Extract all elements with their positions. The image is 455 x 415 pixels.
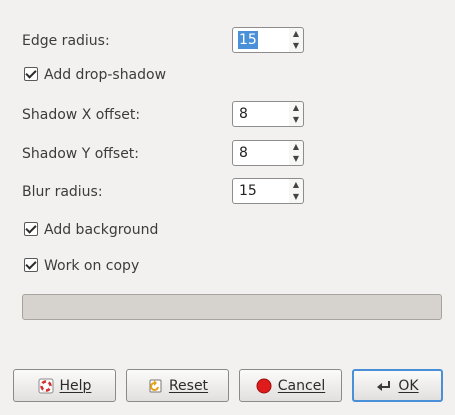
add-drop-shadow-label: Add drop-shadow <box>44 67 167 83</box>
add-background-checkbox[interactable]: Add background <box>24 220 158 240</box>
checkmark-icon[interactable] <box>24 67 38 81</box>
chevron-up-icon[interactable]: ▲ <box>289 28 303 40</box>
cancel-label: Cancel <box>277 377 326 394</box>
help-icon <box>38 378 54 394</box>
work-on-copy-label: Work on copy <box>44 258 140 274</box>
shadow-y-offset-stepper[interactable]: ▲ ▼ <box>289 140 304 166</box>
shadow-y-offset-spinbox[interactable]: 8 ▲ ▼ <box>232 140 312 166</box>
chevron-down-icon[interactable]: ▼ <box>289 153 303 165</box>
chevron-up-icon[interactable]: ▲ <box>289 179 303 191</box>
shadow-x-offset-label: Shadow X offset: <box>22 107 141 123</box>
blur-radius-stepper[interactable]: ▲ ▼ <box>289 178 304 204</box>
progress-bar <box>22 294 442 320</box>
ok-icon <box>376 378 392 394</box>
cancel-button[interactable]: Cancel <box>239 369 342 402</box>
ok-button[interactable]: OK <box>352 369 443 402</box>
reset-label: Reset <box>168 377 209 394</box>
chevron-down-icon[interactable]: ▼ <box>289 191 303 203</box>
add-drop-shadow-checkbox[interactable]: Add drop-shadow <box>24 65 166 85</box>
add-background-label: Add background <box>44 222 159 238</box>
blur-radius-input[interactable]: 15 <box>232 178 290 204</box>
shadow-x-offset-spinbox[interactable]: 8 ▲ ▼ <box>232 101 312 127</box>
edge-radius-input[interactable]: 15 <box>232 27 290 53</box>
checkmark-icon[interactable] <box>24 258 38 272</box>
edge-radius-stepper[interactable]: ▲ ▼ <box>289 27 304 53</box>
blur-radius-value: 15 <box>239 183 257 199</box>
chevron-up-icon[interactable]: ▲ <box>289 102 303 114</box>
help-label: Help <box>59 377 92 394</box>
shadow-x-offset-stepper[interactable]: ▲ ▼ <box>289 101 304 127</box>
cancel-icon <box>256 378 272 394</box>
reset-button[interactable]: Reset <box>126 369 229 402</box>
chevron-down-icon[interactable]: ▼ <box>289 114 303 126</box>
edge-radius-spinbox[interactable]: 15 ▲ ▼ <box>232 27 312 53</box>
chevron-down-icon[interactable]: ▼ <box>289 40 303 52</box>
chevron-up-icon[interactable]: ▲ <box>289 141 303 153</box>
blur-radius-spinbox[interactable]: 15 ▲ ▼ <box>232 178 312 204</box>
edge-radius-label: Edge radius: <box>22 33 110 49</box>
checkmark-icon[interactable] <box>24 222 38 236</box>
shadow-y-offset-label: Shadow Y offset: <box>22 146 140 162</box>
edge-radius-value: 15 <box>238 31 258 49</box>
shadow-y-offset-input[interactable]: 8 <box>232 140 290 166</box>
shadow-y-offset-value: 8 <box>239 145 248 161</box>
ok-label: OK <box>398 377 419 394</box>
shadow-x-offset-input[interactable]: 8 <box>232 101 290 127</box>
reset-icon <box>147 378 163 394</box>
blur-radius-label: Blur radius: <box>22 184 103 200</box>
help-button[interactable]: Help <box>13 369 116 402</box>
shadow-x-offset-value: 8 <box>239 106 248 122</box>
work-on-copy-checkbox[interactable]: Work on copy <box>24 256 139 276</box>
